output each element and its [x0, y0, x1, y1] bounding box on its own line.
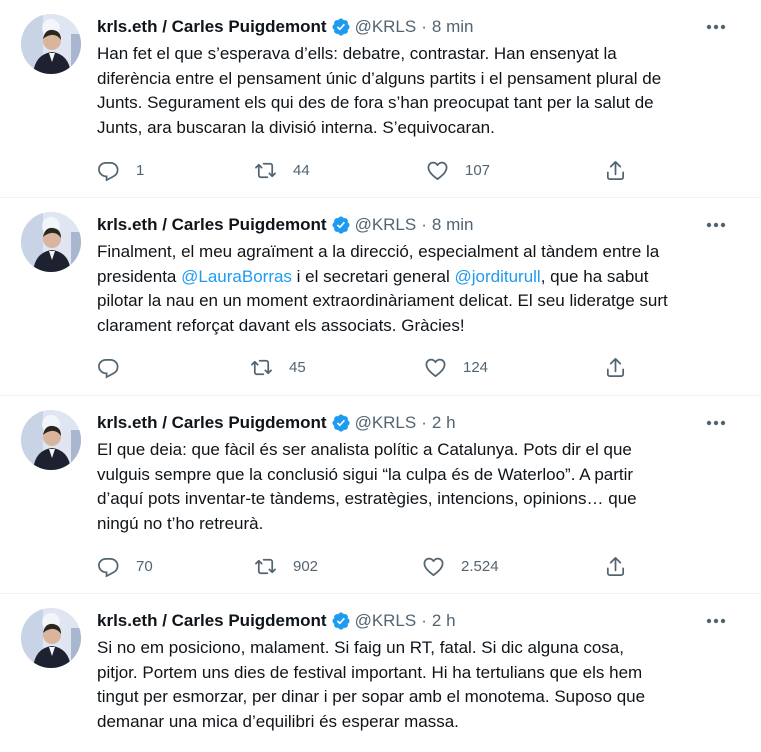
- verified-badge-icon: [332, 414, 350, 432]
- like-icon: [423, 557, 444, 576]
- tweet-text: Si no em posiciono, malament. Si faig un…: [97, 636, 742, 734]
- verified-badge-icon: [332, 18, 350, 36]
- tweet-text: Finalment, el meu agraïment a la direcci…: [97, 240, 742, 338]
- text-line: pilotar la nau en un moment extraordinàr…: [97, 291, 668, 310]
- text-line: presidenta @LauraBorras i el secretari g…: [97, 265, 742, 290]
- tweet-text: El que deia: que fàcil és ser analista p…: [97, 438, 742, 536]
- tweet-header: krls.eth / Carles Puigdemont @KRLS · 2 h: [97, 411, 456, 435]
- author-name[interactable]: krls.eth / Carles Puigdemont: [97, 413, 327, 433]
- text-line: pitjor. Portem uns dies de festival impo…: [97, 662, 643, 682]
- more-icon[interactable]: [703, 17, 729, 37]
- separator-dot: ·: [421, 215, 427, 234]
- text-fragment: i el secretari general: [291, 266, 455, 286]
- text-line: clarament reforçat davant els associats.…: [97, 315, 465, 335]
- tweet[interactable]: krls.eth / Carles Puigdemont @KRLS · 2 h…: [0, 594, 761, 752]
- share-icon: [606, 160, 625, 180]
- retweet-count: 902: [293, 557, 319, 575]
- like-button[interactable]: 2.524: [422, 552, 499, 580]
- avatar-image: [21, 14, 81, 74]
- share-icon: [606, 357, 625, 377]
- tweet[interactable]: krls.eth / Carles Puigdemont @KRLS · 8 m…: [0, 198, 761, 394]
- tweet-header: krls.eth / Carles Puigdemont @KRLS · 8 m…: [97, 213, 473, 237]
- tweet-text: Han fet el que s’esperava d’ells: debatr…: [97, 42, 742, 140]
- text-line: Si no em posiciono, malament. Si faig un…: [97, 638, 624, 657]
- reply-count: 1: [136, 161, 145, 179]
- tweet-header: krls.eth / Carles Puigdemont @KRLS · 8 m…: [97, 15, 473, 39]
- text-line: El que deia: que fàcil és ser analista p…: [97, 440, 632, 459]
- retweet-icon: [251, 359, 272, 375]
- separator-dot: ·: [421, 611, 427, 630]
- text-line: ningú no t’ho retreurà.: [97, 513, 264, 533]
- reply-button[interactable]: [97, 353, 136, 381]
- text-line: demanar una mica d’equilibri és esperar …: [97, 711, 459, 731]
- more-icon[interactable]: [703, 215, 729, 235]
- timestamp[interactable]: 2 h: [432, 611, 456, 631]
- author-name[interactable]: krls.eth / Carles Puigdemont: [97, 17, 327, 37]
- like-icon: [425, 358, 446, 377]
- text-line: diferència entre el pensament únic d’alg…: [97, 68, 662, 88]
- avatar-image: [21, 608, 81, 668]
- author-name[interactable]: krls.eth / Carles Puigdemont: [97, 215, 327, 235]
- like-count: 124: [463, 358, 489, 376]
- timestamp[interactable]: 8 min: [432, 215, 474, 235]
- text-line: tingut per esmorzar, per dinar i per sop…: [97, 687, 646, 706]
- author-handle[interactable]: @KRLS: [355, 413, 417, 433]
- retweet-count: 44: [293, 161, 310, 179]
- tweet-header: krls.eth / Carles Puigdemont @KRLS · 2 h: [97, 609, 456, 633]
- share-button[interactable]: [604, 552, 627, 580]
- more-icon[interactable]: [703, 413, 729, 433]
- avatar-image: [21, 212, 81, 272]
- text-line: d’aquí pots inventar-te tàndems, estratè…: [97, 489, 637, 508]
- text-line: Han fet el que s’esperava d’ells: debatr…: [97, 44, 617, 63]
- share-button[interactable]: [604, 353, 627, 381]
- verified-badge-icon: [332, 612, 350, 630]
- author-handle[interactable]: @KRLS: [355, 17, 417, 37]
- like-count: 2.524: [461, 557, 499, 575]
- text-line: Junts, ara buscaran la divisió interna. …: [97, 117, 495, 137]
- share-icon: [606, 556, 625, 576]
- retweet-button[interactable]: 44: [254, 156, 310, 184]
- reply-count: 70: [136, 557, 153, 575]
- share-button[interactable]: [604, 156, 627, 184]
- separator-dot: ·: [421, 413, 427, 432]
- text-line: Finalment, el meu agraïment a la direcci…: [97, 242, 660, 261]
- author-handle[interactable]: @KRLS: [355, 611, 417, 631]
- retweet-button[interactable]: 45: [250, 353, 306, 381]
- avatar[interactable]: [21, 410, 81, 470]
- mention-link[interactable]: @LauraBorras: [181, 267, 292, 286]
- like-button[interactable]: 124: [424, 353, 488, 381]
- author-handle[interactable]: @KRLS: [355, 215, 417, 235]
- timestamp[interactable]: 2 h: [432, 413, 456, 433]
- reply-button[interactable]: 70: [97, 552, 153, 580]
- mention-link[interactable]: @jorditurull: [454, 267, 540, 286]
- reply-icon: [98, 161, 119, 182]
- more-icon[interactable]: [703, 611, 729, 631]
- avatar[interactable]: [21, 212, 81, 272]
- avatar[interactable]: [21, 14, 81, 74]
- avatar-image: [21, 410, 81, 470]
- like-icon: [427, 161, 448, 180]
- reply-icon: [98, 358, 119, 379]
- text-line: Junts. Segurament els qui des de fora s’…: [97, 93, 654, 112]
- retweet-button[interactable]: 902: [254, 552, 318, 580]
- author-name[interactable]: krls.eth / Carles Puigdemont: [97, 611, 327, 631]
- tweet[interactable]: krls.eth / Carles Puigdemont @KRLS · 2 h…: [0, 396, 761, 593]
- text-fragment: , que ha sabut: [540, 266, 649, 286]
- separator-dot: ·: [421, 17, 427, 36]
- reply-icon: [98, 557, 119, 578]
- retweet-icon: [255, 558, 276, 574]
- text-line: vulguis sempre que la conclusió sigui “l…: [97, 464, 634, 484]
- reply-button[interactable]: 1: [97, 156, 144, 184]
- retweet-count: 45: [289, 358, 306, 376]
- like-button[interactable]: 107: [426, 156, 490, 184]
- retweet-icon: [255, 162, 276, 178]
- text-fragment: presidenta: [97, 266, 182, 286]
- like-count: 107: [465, 161, 491, 179]
- avatar[interactable]: [21, 608, 81, 668]
- timestamp[interactable]: 8 min: [432, 17, 474, 37]
- verified-badge-icon: [332, 216, 350, 234]
- tweet[interactable]: krls.eth / Carles Puigdemont @KRLS · 8 m…: [0, 0, 761, 197]
